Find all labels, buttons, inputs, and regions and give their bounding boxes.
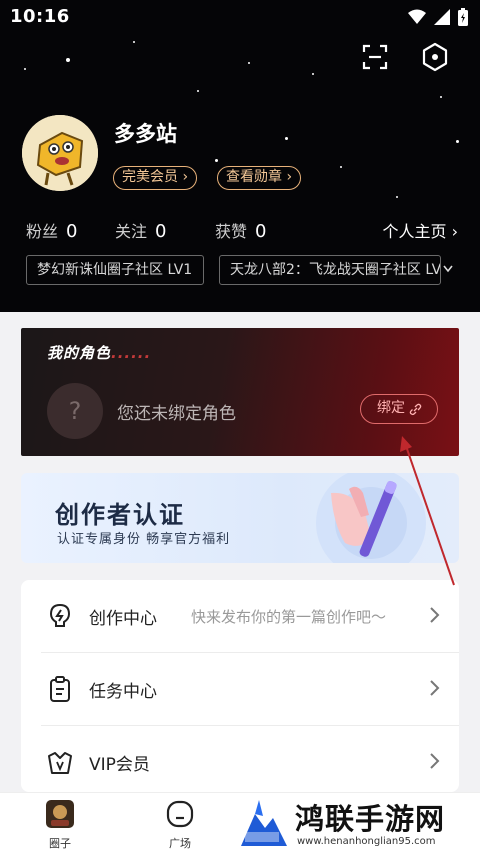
nav-tab-label: 广场: [169, 837, 191, 850]
likes-stat[interactable]: 获赞 0: [215, 218, 266, 242]
status-time: 10:16: [10, 6, 70, 27]
menu-list: 创作中心 快来发布你的第一篇创作吧～ 任务中心 VIP会员: [21, 580, 459, 792]
view-medals-button[interactable]: 查看勋章 ›: [217, 166, 302, 190]
header-actions: [360, 42, 450, 72]
fans-stat[interactable]: 粉丝 0: [26, 218, 77, 242]
chevron-down-icon[interactable]: [443, 265, 453, 273]
username: 多多站: [114, 122, 177, 146]
question-mark-icon: ?: [47, 383, 103, 439]
star-decoration: [285, 137, 288, 140]
bind-role-button[interactable]: 绑定: [360, 394, 438, 424]
stat-value: 0: [255, 221, 267, 242]
role-title-dots: ......: [111, 344, 152, 362]
watermark: 鸿联手游网 www.henanhonglian95.com: [233, 794, 480, 853]
square-icon: [166, 800, 194, 828]
avatar-image: [22, 115, 98, 191]
star-decoration: [248, 62, 250, 64]
creator-title: 创作者认证: [55, 501, 185, 529]
role-empty-text: 您还未绑定角色: [117, 404, 236, 424]
system-icons: [408, 8, 468, 26]
star-decoration: [197, 90, 199, 92]
community-tag[interactable]: 天龙八部2：飞龙战天圈子社区 LV: [219, 255, 441, 285]
watermark-url: www.henanhonglian95.com: [297, 836, 436, 847]
chevron-right-icon: [430, 753, 440, 769]
star-decoration: [340, 166, 342, 168]
lightbulb-icon: [49, 603, 71, 627]
star-decoration: [456, 140, 459, 143]
role-title-text: 我的角色: [47, 344, 112, 362]
my-role-card: 我的角色...... ? 您还未绑定角色 绑定: [21, 328, 459, 456]
chevron-right-icon: [430, 680, 440, 696]
menu-item-creation-center[interactable]: 创作中心 快来发布你的第一篇创作吧～: [21, 580, 459, 652]
star-decoration: [215, 159, 218, 162]
wifi-icon: [408, 9, 426, 24]
signal-icon: [434, 9, 450, 25]
nav-tab-square[interactable]: 广场: [150, 799, 210, 851]
star-decoration: [312, 73, 314, 75]
circle-avatar-icon: [46, 800, 74, 828]
nav-tab-circle[interactable]: 圈子: [30, 799, 90, 851]
stat-label: 获赞: [215, 222, 248, 241]
community-tag[interactable]: 梦幻新诛仙圈子社区 LV1: [26, 255, 204, 285]
stat-value: 0: [66, 221, 78, 242]
star-decoration: [133, 41, 135, 43]
profile-header: 10:16 多多站 完美会员 › 查看勋章 › 粉丝 0 关注 0 获赞 0 个…: [0, 0, 480, 312]
link-icon: [409, 403, 422, 416]
chevron-right-icon: [430, 607, 440, 623]
menu-item-label: 任务中心: [89, 682, 157, 702]
role-card-title: 我的角色......: [47, 342, 151, 363]
star-decoration: [66, 58, 70, 62]
star-decoration: [24, 68, 26, 70]
clipboard-icon: [50, 676, 70, 702]
stat-label: 关注: [115, 222, 148, 241]
following-stat[interactable]: 关注 0: [115, 218, 166, 242]
stat-value: 0: [155, 221, 167, 242]
scan-icon[interactable]: [360, 42, 390, 72]
nav-tab-label: 圈子: [49, 837, 71, 850]
stat-label: 粉丝: [26, 222, 59, 241]
creator-illustration: [316, 473, 426, 563]
creator-certification-banner[interactable]: 创作者认证 认证专属身份 畅享官方福利: [21, 473, 459, 563]
status-bar: 10:16: [0, 0, 480, 34]
menu-item-hint: 快来发布你的第一篇创作吧～: [191, 608, 387, 626]
settings-icon[interactable]: [420, 42, 450, 72]
battery-icon: [458, 8, 468, 26]
menu-item-task-center[interactable]: 任务中心: [21, 653, 459, 725]
watermark-logo: [241, 800, 287, 846]
star-decoration: [440, 96, 442, 98]
perfect-member-badge[interactable]: 完美会员 ›: [113, 166, 198, 190]
bind-button-label: 绑定: [377, 400, 405, 416]
personal-homepage-link[interactable]: 个人主页 ›: [383, 218, 459, 242]
star-decoration: [396, 196, 398, 198]
menu-item-vip-member[interactable]: VIP会员: [21, 726, 459, 798]
avatar[interactable]: [22, 115, 98, 191]
menu-item-label: VIP会员: [89, 755, 150, 775]
watermark-text: 鸿联手游网: [295, 802, 446, 836]
vip-crown-icon: [48, 752, 72, 774]
menu-item-label: 创作中心: [89, 609, 157, 629]
creator-subtitle: 认证专属身份 畅享官方福利: [57, 532, 231, 547]
